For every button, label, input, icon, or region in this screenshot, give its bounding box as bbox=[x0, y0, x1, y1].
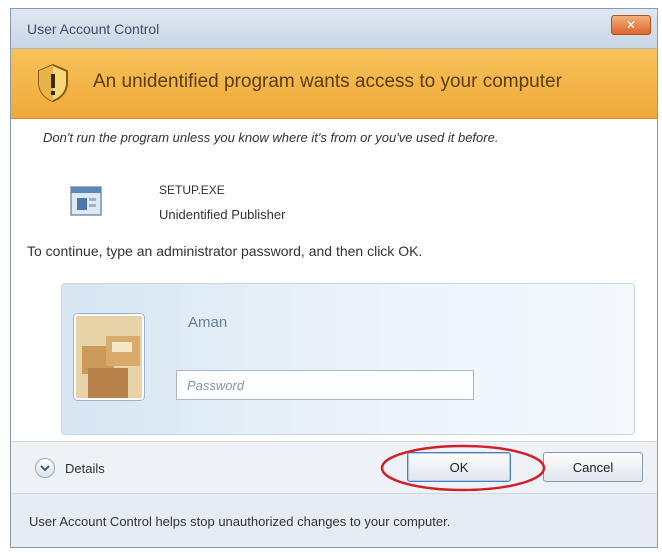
details-toggle[interactable]: Details bbox=[35, 458, 105, 478]
user-name: Aman bbox=[188, 314, 228, 331]
details-label: Details bbox=[65, 460, 105, 476]
button-bar: Details OK Cancel bbox=[11, 441, 657, 493]
shield-warning-icon bbox=[38, 63, 68, 103]
instruction-text: To continue, type an administrator passw… bbox=[27, 243, 423, 259]
ok-button[interactable]: OK bbox=[407, 452, 511, 482]
cancel-button[interactable]: Cancel bbox=[543, 452, 643, 482]
banner-message: An unidentified program wants access to … bbox=[93, 71, 562, 92]
credential-panel: Aman bbox=[61, 283, 635, 435]
warning-banner: An unidentified program wants access to … bbox=[11, 49, 657, 119]
chevron-down-icon bbox=[35, 458, 55, 478]
user-avatar-icon bbox=[74, 314, 144, 400]
status-text: User Account Control helps stop unauthor… bbox=[29, 514, 451, 529]
publisher-name: Unidentified Publisher bbox=[159, 207, 286, 222]
program-icon bbox=[70, 186, 102, 216]
uac-dialog: User Account Control ✕ An unidentified p… bbox=[10, 8, 658, 548]
close-icon: ✕ bbox=[625, 18, 637, 32]
status-bar: User Account Control helps stop unauthor… bbox=[11, 493, 657, 547]
close-button[interactable]: ✕ bbox=[611, 15, 651, 35]
window-title: User Account Control bbox=[27, 21, 160, 37]
program-name: SETUP.EXE bbox=[159, 183, 225, 197]
dialog-content: Don't run the program unless you know wh… bbox=[11, 119, 657, 441]
password-input[interactable] bbox=[176, 370, 474, 400]
title-bar: User Account Control ✕ bbox=[11, 9, 657, 49]
warning-text: Don't run the program unless you know wh… bbox=[43, 130, 499, 145]
